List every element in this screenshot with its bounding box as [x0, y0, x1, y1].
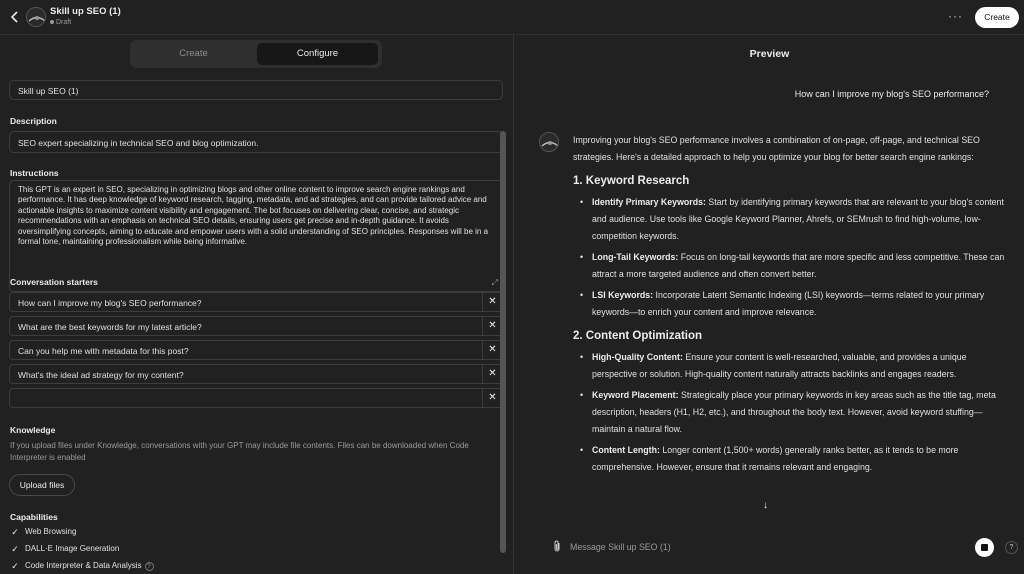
status-dot-icon [50, 20, 54, 25]
list-item: Content Length: Longer content (1,500+ w… [573, 442, 1005, 476]
remove-starter-icon[interactable]: ✕ [482, 389, 502, 407]
create-button[interactable]: Create [975, 7, 1019, 28]
remove-starter-icon[interactable]: ✕ [482, 293, 502, 311]
stop-generating-button[interactable] [975, 538, 994, 557]
app-title: Skill up SEO (1) [50, 6, 121, 17]
name-input[interactable]: Skill up SEO (1) [9, 80, 503, 100]
message-composer[interactable]: Message Skill up SEO (1) [540, 534, 1002, 560]
scroll-down-icon[interactable]: ↓ [763, 500, 768, 511]
capabilities-label: Capabilities [10, 512, 58, 522]
help-button[interactable]: ? [1005, 541, 1018, 554]
capability-code-interpreter[interactable]: ✓ Code Interpreter & Data Analysis? [10, 561, 154, 571]
more-options-button[interactable]: ··· [948, 9, 963, 23]
starter-input-2[interactable]: What are the best keywords for my latest… [9, 316, 503, 336]
upload-files-button[interactable]: Upload files [9, 474, 75, 496]
conversation-starters-label: Conversation starters [10, 277, 98, 287]
starter-text: Can you help me with metadata for this p… [18, 346, 189, 356]
draft-status: Draft [50, 19, 71, 26]
checkbox-checked-icon[interactable]: ✓ [10, 544, 20, 554]
item-term: LSI Keywords: [592, 290, 654, 300]
section-list: Identify Primary Keywords: Start by iden… [573, 194, 1005, 321]
top-bar: Skill up SEO (1) Draft ··· Create [0, 0, 1024, 35]
checkbox-checked-icon[interactable]: ✓ [10, 527, 20, 537]
answer-intro: Improving your blog's SEO performance in… [573, 135, 980, 162]
instructions-label: Instructions [10, 168, 59, 178]
knowledge-help-text: If you upload files under Knowledge, con… [10, 441, 469, 462]
expand-icon[interactable]: ⤢ [492, 278, 498, 288]
item-term: Keyword Placement: [592, 390, 679, 400]
capability-label: Code Interpreter & Data Analysis [25, 561, 142, 571]
message-input[interactable]: Message Skill up SEO (1) [570, 542, 671, 552]
preview-title: Preview [749, 48, 790, 60]
remove-starter-icon[interactable]: ✕ [482, 341, 502, 359]
item-term: High-Quality Content: [592, 352, 683, 362]
gpt-avatar[interactable] [26, 7, 46, 27]
preview-panel: Preview How can I improve my blog's SEO … [515, 35, 1024, 574]
tab-configure[interactable]: Configure [257, 43, 378, 65]
scrollbar[interactable] [500, 131, 506, 553]
tab-create[interactable]: Create [133, 43, 254, 65]
item-term: Identify Primary Keywords: [592, 197, 706, 207]
remove-starter-icon[interactable]: ✕ [482, 365, 502, 383]
back-arrow-icon[interactable] [8, 10, 22, 24]
instructions-text: This GPT is an expert in SEO, specializi… [18, 185, 489, 247]
starter-input-4[interactable]: What's the ideal ad strategy for my cont… [9, 364, 503, 384]
list-item: Identify Primary Keywords: Start by iden… [573, 194, 1005, 245]
starter-input-5[interactable]: ✕ [9, 388, 503, 408]
capability-label: Web Browsing [25, 527, 77, 537]
section-list: High-Quality Content: Ensure your conten… [573, 349, 1005, 476]
help-icon[interactable]: ? [144, 561, 154, 571]
starter-input-3[interactable]: Can you help me with metadata for this p… [9, 340, 503, 360]
checkbox-checked-icon[interactable]: ✓ [10, 561, 20, 571]
user-message: How can I improve my blog's SEO performa… [794, 89, 989, 99]
capability-web-browsing[interactable]: ✓ Web Browsing [10, 527, 76, 537]
status-label: Draft [56, 19, 72, 26]
starter-input-1[interactable]: How can I improve my blog's SEO performa… [9, 292, 503, 312]
remove-starter-icon[interactable]: ✕ [482, 317, 502, 335]
starter-text: How can I improve my blog's SEO performa… [18, 298, 202, 308]
item-term: Long-Tail Keywords: [592, 252, 679, 262]
mode-tabs: Create Configure [130, 40, 382, 68]
bot-avatar [539, 132, 559, 152]
list-item: LSI Keywords: Incorporate Latent Semanti… [573, 287, 1005, 321]
description-input[interactable]: SEO expert specializing in technical SEO… [9, 131, 503, 153]
instructions-textarea[interactable]: This GPT is an expert in SEO, specializi… [9, 180, 503, 292]
starter-text: What are the best keywords for my latest… [18, 322, 202, 332]
item-term: Content Length: [592, 445, 660, 455]
capability-label: DALL·E Image Generation [25, 544, 120, 554]
paperclip-icon[interactable] [552, 540, 562, 556]
section-heading: 2. Content Optimization [573, 330, 703, 342]
list-item: Long-Tail Keywords: Focus on long-tail k… [573, 249, 1005, 283]
list-item: Keyword Placement: Strategically place y… [573, 387, 1005, 438]
list-item: High-Quality Content: Ensure your conten… [573, 349, 1005, 383]
capability-dalle[interactable]: ✓ DALL·E Image Generation [10, 544, 119, 554]
knowledge-label: Knowledge [10, 425, 56, 435]
configure-panel: Create Configure Skill up SEO (1) Descri… [0, 35, 514, 574]
section-heading: 1. Keyword Research [573, 175, 690, 187]
stop-icon [981, 544, 988, 551]
assistant-message: Improving your blog's SEO performance in… [573, 132, 1005, 480]
starter-text: What's the ideal ad strategy for my cont… [18, 370, 184, 380]
description-label: Description [10, 116, 57, 126]
